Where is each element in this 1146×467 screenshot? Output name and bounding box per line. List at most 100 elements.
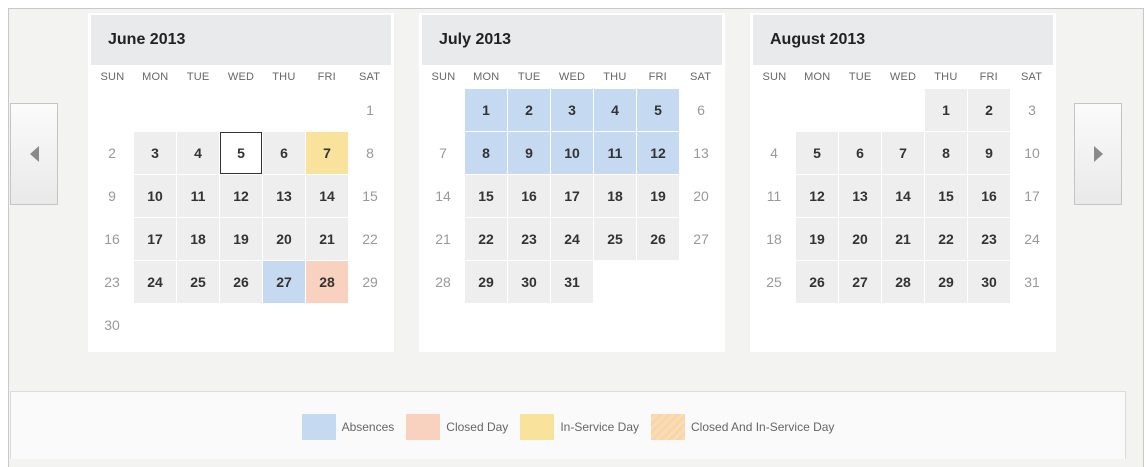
day-cell[interactable]: 3 [551,89,593,131]
day-cell[interactable]: 21 [882,218,924,260]
legend-label: Closed And In-Service Day [691,419,835,434]
day-grid: 1 2 3 4 5 6 7 8 9 10 11 12 13 14 15 16 17 18 19 20 21 22 23 24 2… [422,89,723,304]
day-cell[interactable]: 10 [134,175,176,217]
day-cell[interactable]: 11 [594,132,636,174]
month-calendar-july: July 2013 SUN MON TUE WED THU FRI SAT 12345678… [419,13,725,352]
legend-label: Absences [341,419,395,434]
day-cell[interactable]: 4 [594,89,636,131]
empty-day-cell [263,89,305,131]
day-cell: 17 [1024,188,1040,204]
day-cell[interactable]: 17 [134,218,176,260]
day-cell[interactable]: 20 [263,218,305,260]
day-cell[interactable]: 18 [594,175,636,217]
day-cell[interactable]: 22 [925,218,967,260]
day-cell[interactable]: 28 [882,261,924,303]
day-cell[interactable]: 23 [508,218,550,260]
day-cell[interactable]: 9 [508,132,550,174]
day-cell[interactable]: 8 [465,132,507,174]
day-cell[interactable]: 19 [796,218,838,260]
chevron-left-icon [29,146,39,162]
day-cell[interactable]: 27 [263,261,305,303]
day-cell[interactable]: 13 [839,175,881,217]
day-grid: 1 2 3 4 5 6 7 8 9 10 11 12 13 14 15 16 17 18 19 20 21 22 23 24 2… [753,89,1054,304]
month-title: August 2013 [753,15,1053,65]
weekday-header: WED [227,71,255,83]
day-cell[interactable]: 25 [594,218,636,260]
day-cell[interactable]: 16 [508,175,550,217]
weekday-header: SUN [431,71,456,83]
day-cell: 7 [439,145,447,161]
day-cell[interactable]: 19 [220,218,262,260]
day-cell[interactable]: 17 [551,175,593,217]
day-cell[interactable]: 1 [925,89,967,131]
day-cell[interactable]: 24 [551,218,593,260]
day-cell: 8 [366,145,374,161]
day-cell[interactable]: 30 [508,261,550,303]
day-cell[interactable]: 18 [177,218,219,260]
day-cell[interactable]: 26 [796,261,838,303]
day-cell[interactable]: 24 [134,261,176,303]
month-title: July 2013 [422,15,722,65]
day-cell[interactable]: 29 [465,261,507,303]
weekday-header: MON [804,71,831,83]
day-cell[interactable]: 2 [508,89,550,131]
day-cell[interactable]: 5 [220,132,262,174]
day-cell[interactable]: 12 [220,175,262,217]
day-cell[interactable]: 26 [220,261,262,303]
day-cell[interactable]: 20 [839,218,881,260]
day-cell: 15 [362,188,378,204]
day-cell[interactable]: 6 [263,132,305,174]
day-cell[interactable]: 9 [968,132,1010,174]
day-cell[interactable]: 6 [839,132,881,174]
day-cell[interactable]: 15 [465,175,507,217]
day-cell[interactable]: 19 [637,175,679,217]
day-cell: 13 [693,145,709,161]
day-cell[interactable]: 16 [968,175,1010,217]
weekday-header: MON [142,71,169,83]
empty-day-cell [422,89,464,131]
day-cell[interactable]: 11 [177,175,219,217]
empty-day-cell [796,89,838,131]
day-cell[interactable]: 27 [839,261,881,303]
legend-item-inservice: In-Service Day [520,413,639,440]
day-cell: 25 [766,274,782,290]
day-cell[interactable]: 23 [968,218,1010,260]
weekday-header: SUN [100,71,125,83]
day-cell: 31 [1024,274,1040,290]
day-cell[interactable]: 1 [465,89,507,131]
previous-month-button[interactable] [10,103,58,205]
day-cell[interactable]: 12 [796,175,838,217]
day-cell[interactable]: 21 [306,218,348,260]
day-cell[interactable]: 5 [637,89,679,131]
weekday-header: WED [889,71,917,83]
legend-item-closed-and-inservice: Closed And In-Service Day [651,413,835,440]
day-cell[interactable]: 29 [925,261,967,303]
day-cell[interactable]: 12 [637,132,679,174]
day-cell[interactable]: 10 [551,132,593,174]
day-cell[interactable]: 7 [882,132,924,174]
weekday-header: SAT [358,71,381,83]
day-cell[interactable]: 13 [263,175,305,217]
weekday-header: SAT [1020,71,1043,83]
weekday-header: SUN [762,71,787,83]
day-cell: 30 [104,317,120,333]
day-cell[interactable]: 15 [925,175,967,217]
day-cell: 21 [435,231,451,247]
next-month-button[interactable] [1074,103,1122,205]
day-cell[interactable]: 14 [306,175,348,217]
day-cell[interactable]: 30 [968,261,1010,303]
day-cell[interactable]: 28 [306,261,348,303]
day-cell[interactable]: 2 [968,89,1010,131]
day-cell[interactable]: 31 [551,261,593,303]
day-cell: 14 [435,188,451,204]
day-cell[interactable]: 3 [134,132,176,174]
day-cell[interactable]: 26 [637,218,679,260]
day-cell[interactable]: 4 [177,132,219,174]
day-cell[interactable]: 8 [925,132,967,174]
day-cell[interactable]: 14 [882,175,924,217]
day-cell[interactable]: 25 [177,261,219,303]
day-cell[interactable]: 7 [306,132,348,174]
day-cell[interactable]: 22 [465,218,507,260]
day-cell[interactable]: 5 [796,132,838,174]
absence-swatch [301,413,336,440]
